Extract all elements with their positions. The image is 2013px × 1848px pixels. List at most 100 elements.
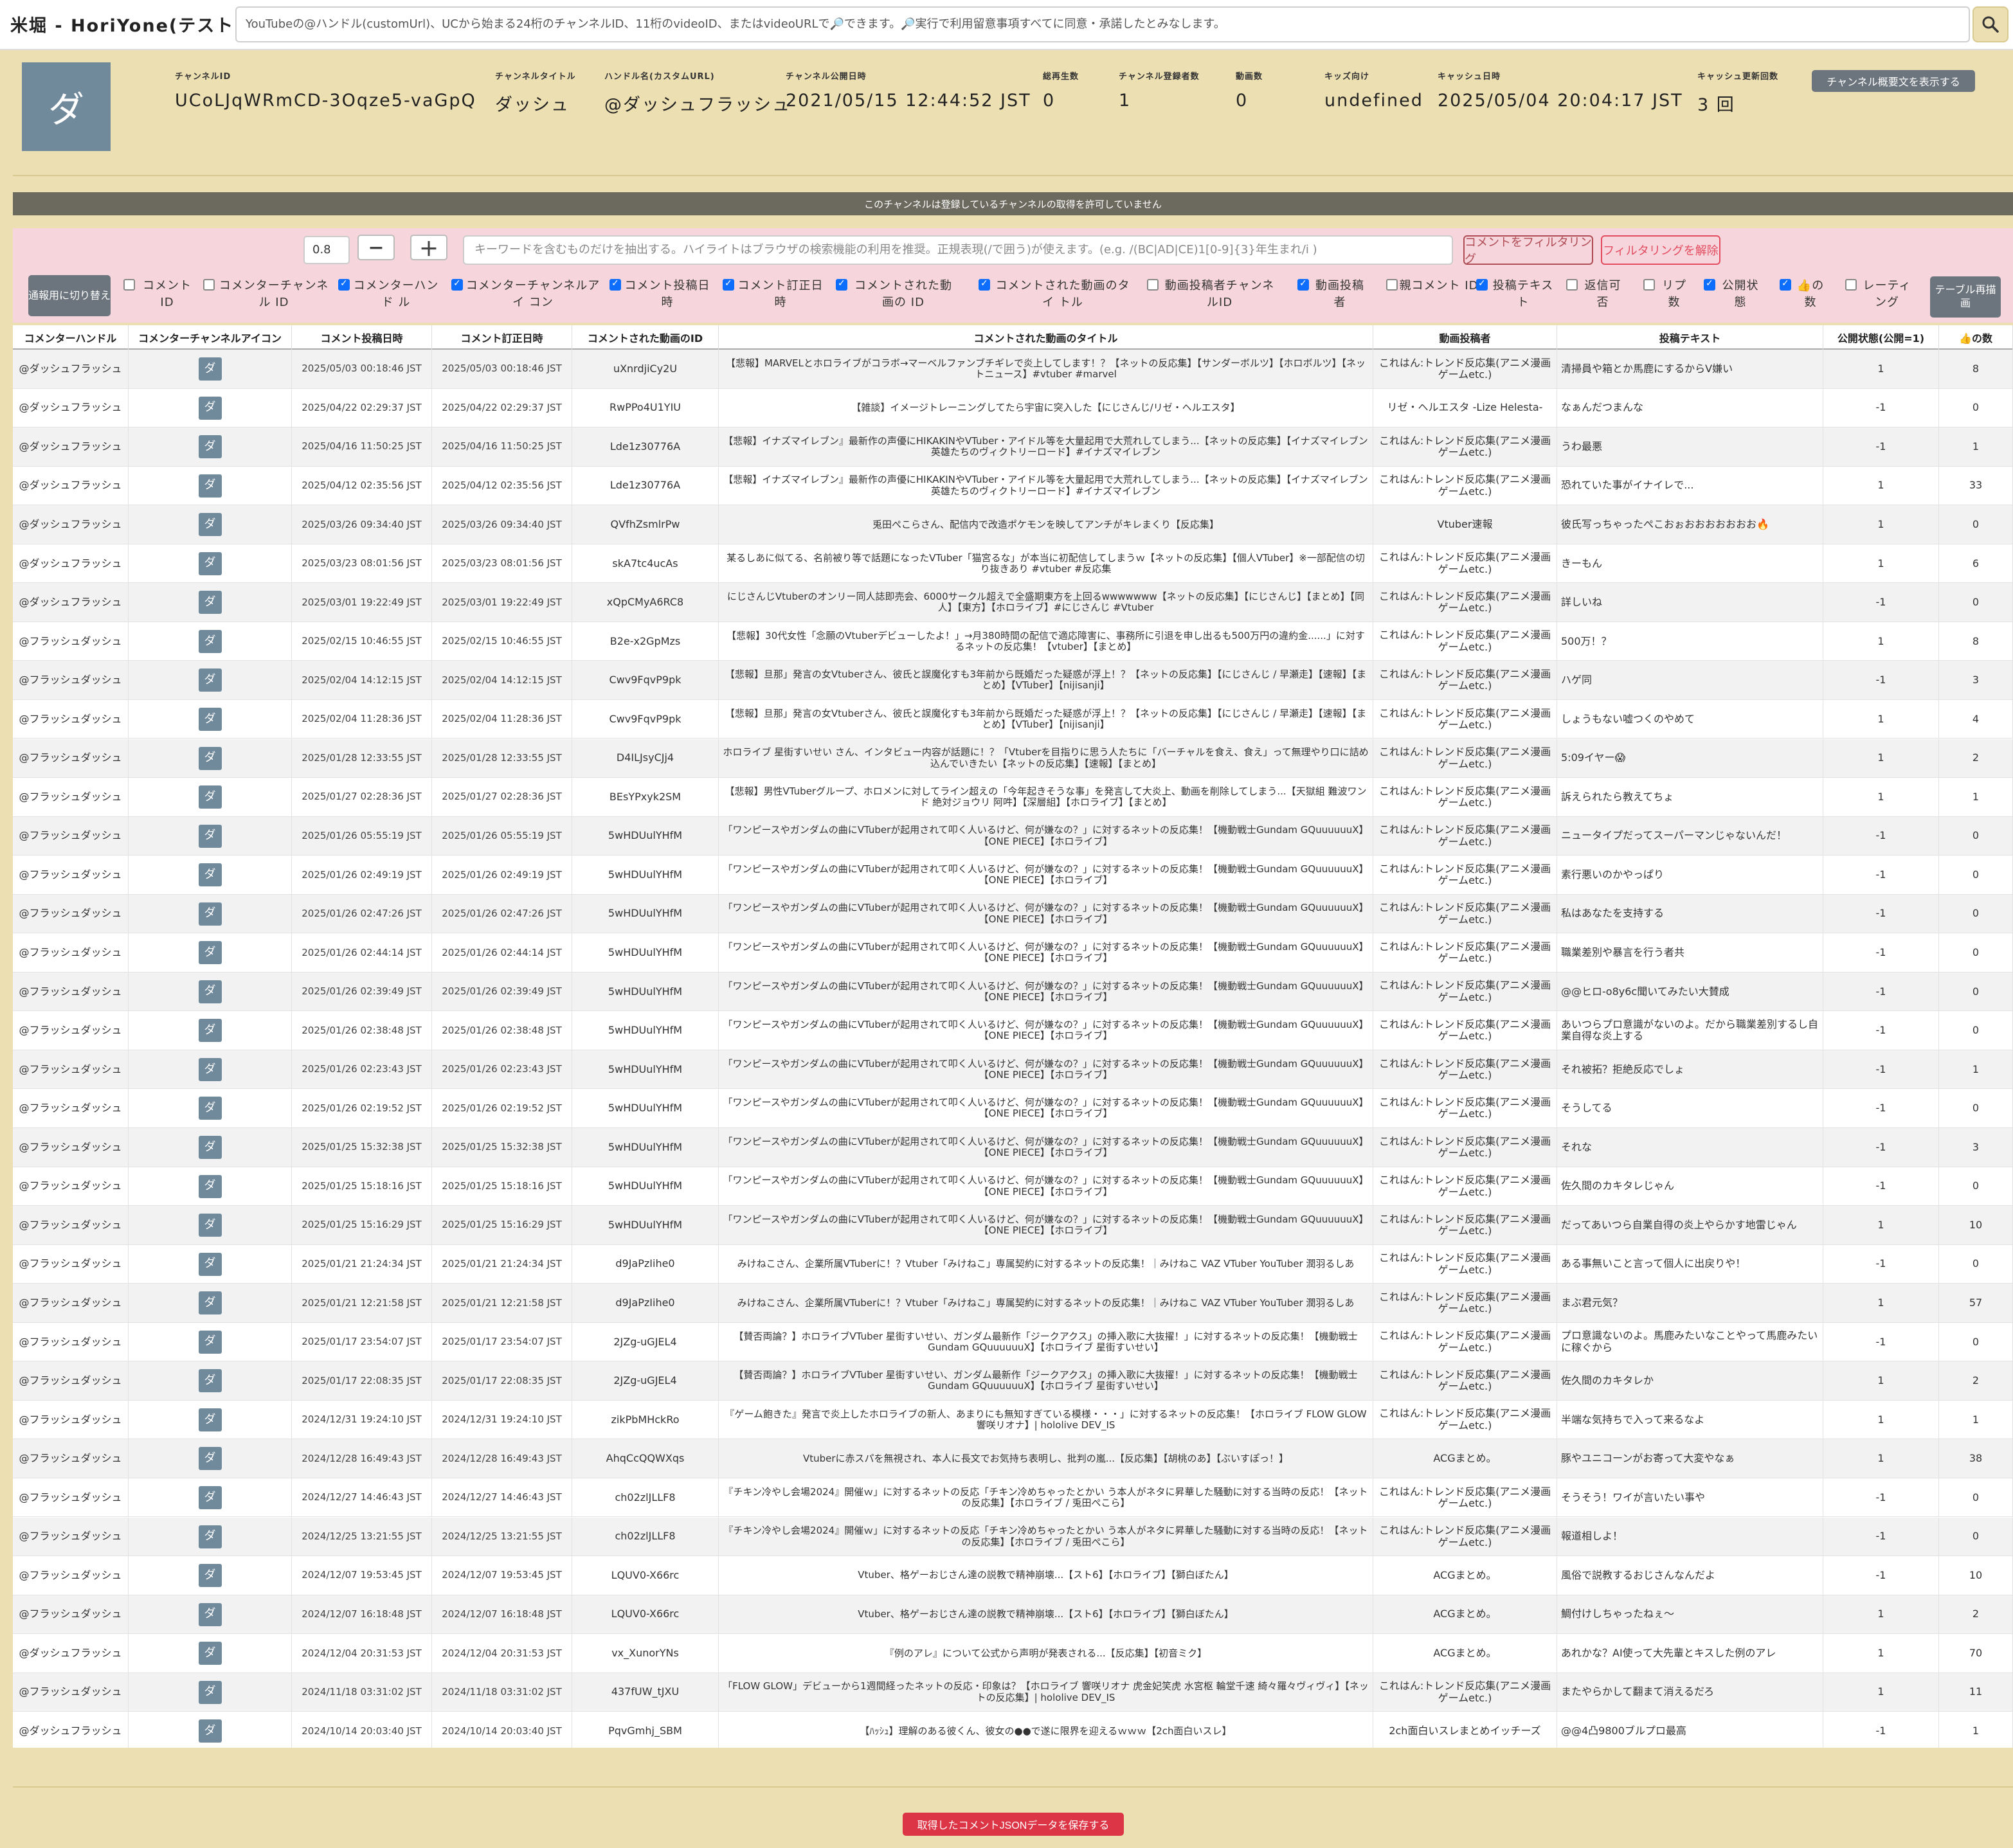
commenter-avatar[interactable]: ダ xyxy=(198,707,222,731)
commenter-avatar[interactable]: ダ xyxy=(198,1408,222,1431)
cell-video-id[interactable]: D4ILJsyCJj4 xyxy=(572,739,719,778)
commenter-avatar[interactable]: ダ xyxy=(198,435,222,459)
commenter-avatar[interactable]: ダ xyxy=(198,1602,222,1626)
zoom-minus-button[interactable]: − xyxy=(357,235,395,260)
column-visibility-label[interactable]: コメント投稿日 時 xyxy=(622,278,712,311)
cell-video-title[interactable]: 「ワンピースやガンダムの曲にVTuberが起用されて叩く人いるけど、何が嫌なの？… xyxy=(719,1011,1373,1050)
cell-video-id[interactable]: PqvGmhj_SBM xyxy=(572,1712,719,1748)
cell-video-title[interactable]: 『チキン冷やし会場2024』開催ｗ」に対するネットの反応「チキン冷めちゃったとか… xyxy=(719,1517,1373,1556)
zoom-plus-button[interactable]: ＋ xyxy=(410,235,447,261)
cell-video-id[interactable]: 5wHDUulYHfM xyxy=(572,1128,719,1167)
commenter-avatar[interactable]: ダ xyxy=(198,474,222,498)
cell-video-id[interactable]: ch02zlJLLF8 xyxy=(572,1478,719,1517)
column-visibility-checkbox[interactable] xyxy=(1297,278,1309,291)
commenter-avatar[interactable]: ダ xyxy=(198,1525,222,1548)
column-visibility-checkbox[interactable] xyxy=(1386,279,1398,291)
cell-video-title[interactable]: 「ワンピースやガンダムの曲にVTuberが起用されて叩く人いるけど、何が嫌なの？… xyxy=(719,856,1373,895)
cell-video-title[interactable]: 「ワンピースやガンダムの曲にVTuberが起用されて叩く人いるけど、何が嫌なの？… xyxy=(719,972,1373,1011)
column-visibility-label[interactable]: 👍の 数 xyxy=(1792,278,1828,311)
column-header-commenter-icon[interactable]: コメンターチャンネルアイコン xyxy=(129,325,292,350)
cell-uploader[interactable]: ACGまとめ。 xyxy=(1373,1439,1557,1478)
cell-video-id[interactable]: 5wHDUulYHfM xyxy=(572,933,719,973)
commenter-avatar[interactable]: ダ xyxy=(198,1291,222,1315)
commenter-avatar[interactable]: ダ xyxy=(198,1136,222,1159)
commenter-avatar[interactable]: ダ xyxy=(198,1019,222,1043)
commenter-avatar[interactable]: ダ xyxy=(198,1097,222,1120)
commenter-avatar[interactable]: ダ xyxy=(198,1485,222,1509)
cell-uploader[interactable]: これはん:トレンド反応集(アニメ漫画ゲームetc.) xyxy=(1373,1050,1557,1089)
cell-uploader[interactable]: これはん:トレンド反応集(アニメ漫画ゲームetc.) xyxy=(1373,1478,1557,1517)
cell-video-id[interactable]: 5wHDUulYHfM xyxy=(572,1206,719,1245)
cell-uploader[interactable]: これはん:トレンド反応集(アニメ漫画ゲームetc.) xyxy=(1373,622,1557,661)
cell-video-id[interactable]: vx_XunorYNs xyxy=(572,1634,719,1673)
cell-video-title[interactable]: 「ワンピースやガンダムの曲にVTuberが起用されて叩く人いるけど、何が嫌なの？… xyxy=(719,1206,1373,1245)
commenter-avatar[interactable]: ダ xyxy=(198,629,222,653)
keyword-filter-input[interactable]: キーワードを含むものだけを抽出する。ハイライトはブラウザの検索機能の利用を推奨。… xyxy=(463,235,1453,265)
cell-video-id[interactable]: uXnrdjiCy2U xyxy=(572,350,719,388)
cell-video-id[interactable]: d9JaPzIihe0 xyxy=(572,1284,719,1323)
column-visibility-checkbox[interactable] xyxy=(1476,278,1488,291)
cell-video-title[interactable]: 【ﾊｯｼｭ】理解のある彼くん、彼女の●●で遂に限界を迎えるｗｗｗ【2ch面白いス… xyxy=(719,1712,1373,1748)
commenter-avatar[interactable]: ダ xyxy=(198,902,222,926)
show-channel-description-button[interactable]: チャンネル概要文を表示する xyxy=(1812,70,1975,92)
cell-uploader[interactable]: これはん:トレンド反応集(アニメ漫画ゲームetc.) xyxy=(1373,1244,1557,1284)
cell-uploader[interactable]: これはん:トレンド反応集(アニメ漫画ゲームetc.) xyxy=(1373,1206,1557,1245)
column-visibility-label[interactable]: コメント訂正日 時 xyxy=(736,278,826,311)
cell-uploader[interactable]: これはん:トレンド反応集(アニメ漫画ゲームetc.) xyxy=(1373,544,1557,583)
cell-video-title[interactable]: Vtuber、格ゲーおじさん達の説教で精神崩壊...【スト6】【ホロライブ】【獅… xyxy=(719,1556,1373,1595)
cell-video-id[interactable]: 5wHDUulYHfM xyxy=(572,816,719,856)
cell-video-id[interactable]: 2JZg-uGJEL4 xyxy=(572,1361,719,1401)
cell-video-title[interactable]: 【悲報】旦那」発言の女Vtuberさん、彼氏と誤魔化すも3年前から既婚だった疑惑… xyxy=(719,661,1373,700)
commenter-avatar[interactable]: ダ xyxy=(198,668,222,692)
column-header-comment-text[interactable]: 投稿テキスト xyxy=(1557,325,1823,350)
commenter-avatar[interactable]: ダ xyxy=(198,746,222,770)
cell-uploader[interactable]: これはん:トレンド反応集(アニメ漫画ゲームetc.) xyxy=(1373,778,1557,817)
cell-video-title[interactable]: 「ワンピースやガンダムの曲にVTuberが起用されて叩く人いるけど、何が嫌なの？… xyxy=(719,816,1373,856)
cell-video-id[interactable]: AhqCcQQWXqs xyxy=(572,1439,719,1478)
column-visibility-label[interactable]: コメンターハンド ル xyxy=(351,278,441,311)
column-visibility-label[interactable]: レーティ ング xyxy=(1858,278,1916,311)
cell-uploader[interactable]: これはん:トレンド反応集(アニメ漫画ゲームetc.) xyxy=(1373,816,1557,856)
commenter-avatar[interactable]: ダ xyxy=(198,552,222,575)
column-header-posted-at[interactable]: コメント投稿日時 xyxy=(292,325,432,350)
column-visibility-label[interactable]: 投稿テキス ト xyxy=(1489,278,1557,311)
cell-uploader[interactable]: これはん:トレンド反応集(アニメ漫画ゲームetc.) xyxy=(1373,1400,1557,1439)
cell-video-title[interactable]: 「ワンピースやガンダムの曲にVTuberが起用されて叩く人いるけど、何が嫌なの？… xyxy=(719,1050,1373,1089)
column-visibility-checkbox[interactable] xyxy=(203,279,215,291)
column-visibility-checkbox[interactable] xyxy=(338,278,350,291)
cell-video-title[interactable]: 【悲報】男性VTuberグループ、ホロメンに対してライン超えの「今年起きそうな事… xyxy=(719,778,1373,817)
search-button[interactable] xyxy=(1972,6,2008,42)
cell-video-title[interactable]: 【悲報】旦那」発言の女Vtuberさん、彼氏と誤魔化すも3年前から既婚だった疑惑… xyxy=(719,699,1373,739)
column-visibility-checkbox[interactable] xyxy=(1643,279,1655,291)
cell-video-id[interactable]: 437fUW_tJXU xyxy=(572,1673,719,1712)
cell-video-title[interactable]: Vtuberに赤スパを無視され、本人に長文でお気持ち表明し、批判の嵐...【反応… xyxy=(719,1439,1373,1478)
column-header-video-id[interactable]: コメントされた動画のID xyxy=(572,325,719,350)
cell-uploader[interactable]: ACGまとめ。 xyxy=(1373,1634,1557,1673)
column-visibility-checkbox[interactable] xyxy=(609,278,621,291)
column-visibility-checkbox[interactable] xyxy=(123,279,135,291)
cell-video-id[interactable]: 5wHDUulYHfM xyxy=(572,972,719,1011)
column-header-public-state[interactable]: 公開状態(公開=1) xyxy=(1823,325,1939,350)
cell-uploader[interactable]: これはん:トレンド反応集(アニメ漫画ゲームetc.) xyxy=(1373,466,1557,505)
commenter-avatar[interactable]: ダ xyxy=(198,591,222,615)
column-visibility-checkbox[interactable] xyxy=(451,278,463,291)
cell-uploader[interactable]: リゼ・ヘルエスタ -Lize Helesta- xyxy=(1373,388,1557,427)
cell-uploader[interactable]: これはん:トレンド反応集(アニメ漫画ゲームetc.) xyxy=(1373,1284,1557,1323)
cell-video-title[interactable]: 「ワンピースやガンダムの曲にVTuberが起用されて叩く人いるけど、何が嫌なの？… xyxy=(719,1128,1373,1167)
cell-video-id[interactable]: 5wHDUulYHfM xyxy=(572,1011,719,1050)
column-header-video-title[interactable]: コメントされた動画のタイトル xyxy=(719,325,1373,350)
column-visibility-label[interactable]: コメント ID xyxy=(136,278,198,311)
cell-uploader[interactable]: これはん:トレンド反応集(アニメ漫画ゲームetc.) xyxy=(1373,933,1557,973)
column-visibility-checkbox[interactable] xyxy=(723,278,734,291)
cell-uploader[interactable]: ACGまとめ。 xyxy=(1373,1595,1557,1634)
cell-video-id[interactable]: 5wHDUulYHfM xyxy=(572,894,719,933)
cell-video-id[interactable]: QVfhZsmlrPw xyxy=(572,505,719,544)
cell-video-title[interactable]: 『例のアレ』について公式から声明が発表される...【反応集】【初音ミク】 xyxy=(719,1634,1373,1673)
cell-video-id[interactable]: 2JZg-uGJEL4 xyxy=(572,1322,719,1361)
column-visibility-label[interactable]: コメントされた動画のタイ トル xyxy=(991,278,1134,311)
commenter-avatar[interactable]: ダ xyxy=(198,980,222,1003)
filter-comments-button[interactable]: コメントをフィルタリング xyxy=(1463,235,1593,266)
commenter-avatar[interactable]: ダ xyxy=(198,1719,222,1743)
column-visibility-checkbox[interactable] xyxy=(1147,279,1159,291)
cell-uploader[interactable]: これはん:トレンド反応集(アニメ漫画ゲームetc.) xyxy=(1373,1011,1557,1050)
